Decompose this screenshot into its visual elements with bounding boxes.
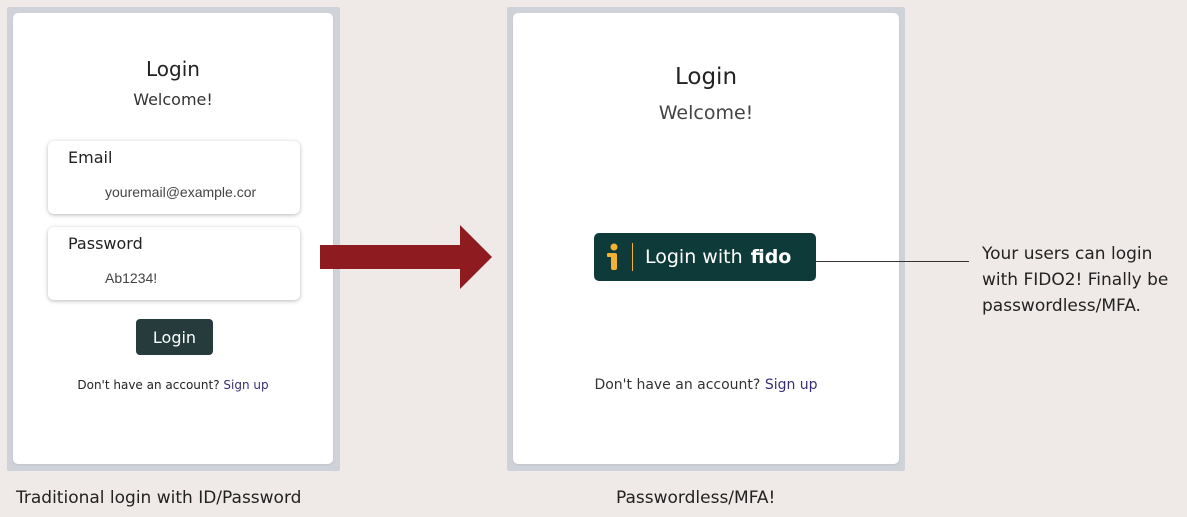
callout-text: Your users can login with FIDO2! Finally… xyxy=(982,244,1169,316)
fido-button-label: Login with xyxy=(645,246,743,268)
right-signup-line: Don't have an account? Sign up xyxy=(513,377,899,393)
right-signup-link[interactable]: Sign up xyxy=(765,377,818,393)
password-label: Password xyxy=(68,234,143,253)
fido-person-icon xyxy=(606,242,620,272)
fido-login-button[interactable]: Login with fido xyxy=(594,233,816,281)
fido-divider xyxy=(632,243,633,271)
right-login-card: Login Welcome! Login with fido Don't hav… xyxy=(513,13,899,464)
fido-brand-text: fido xyxy=(750,246,792,268)
email-input[interactable]: youremail@example.cor xyxy=(105,184,256,200)
left-signup-line: Don't have an account? Sign up xyxy=(13,378,333,392)
login-button[interactable]: Login xyxy=(136,319,213,355)
right-login-title: Login xyxy=(674,64,738,90)
left-login-card: Login Welcome! Email youremail@example.c… xyxy=(13,13,333,464)
left-caption: Traditional login with ID/Password xyxy=(16,488,302,508)
right-welcome-text: Welcome! xyxy=(658,102,754,124)
left-login-title: Login xyxy=(146,57,200,81)
email-field[interactable]: Email youremail@example.cor xyxy=(48,141,300,214)
right-signup-prompt: Don't have an account? xyxy=(594,377,761,393)
email-label: Email xyxy=(68,148,113,167)
left-signup-prompt: Don't have an account? xyxy=(77,378,220,392)
left-welcome-text: Welcome! xyxy=(133,90,213,109)
transition-arrow xyxy=(320,225,492,289)
left-signup-link[interactable]: Sign up xyxy=(223,378,268,392)
callout-line xyxy=(816,261,969,262)
right-caption: Passwordless/MFA! xyxy=(616,488,776,508)
password-field[interactable]: Password Ab1234! xyxy=(48,227,300,300)
arrow-shape xyxy=(320,225,492,289)
password-input[interactable]: Ab1234! xyxy=(105,270,157,286)
